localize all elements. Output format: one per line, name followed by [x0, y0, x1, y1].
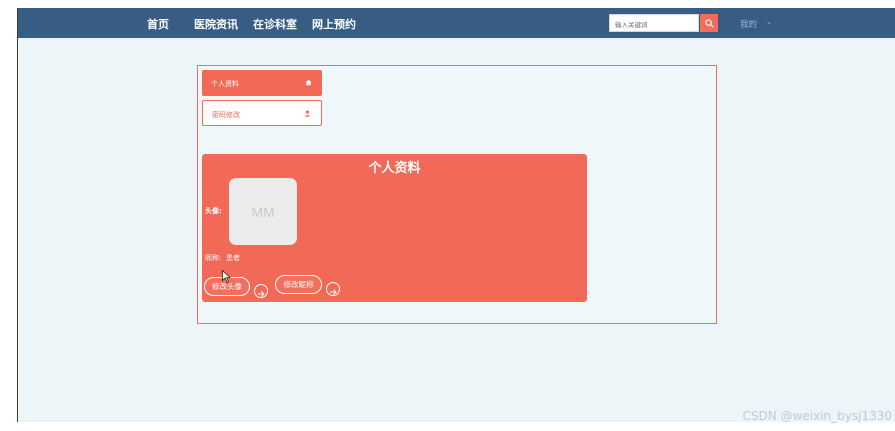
user-icon: [304, 110, 311, 119]
chevron-down-icon[interactable]: ⌄: [766, 18, 772, 26]
top-strip: [0, 0, 895, 8]
arrow-right-icon[interactable]: [326, 282, 340, 296]
nickname-label: 昵称:: [205, 254, 222, 262]
card-title: 个人资料: [368, 161, 421, 176]
profile-panel: 个人资料 密码修改 个人资料 头像: MM 昵称: 患者 修改头像 修改昵称: [197, 65, 717, 324]
sidebar-item-label: 个人资料: [211, 80, 239, 88]
nav-hospital-news[interactable]: 医院资讯: [194, 16, 238, 32]
nav-departments[interactable]: 在诊科室: [253, 16, 297, 32]
arrow-right-icon[interactable]: [254, 284, 268, 298]
watermark: CSDN @weixin_bysj1330: [742, 409, 892, 423]
user-menu[interactable]: 我的: [740, 18, 757, 30]
nav-online-booking[interactable]: 网上预约: [312, 16, 356, 32]
profile-card: 个人资料 头像: MM 昵称: 患者 修改头像 修改昵称: [202, 154, 587, 302]
top-nav: 首页 医院资讯 在诊科室 网上预约 输入关键词 我的 ⌄: [18, 8, 895, 38]
home-icon: [305, 79, 312, 88]
avatar[interactable]: MM: [229, 178, 297, 245]
sidebar-item-profile[interactable]: 个人资料: [202, 70, 322, 96]
screen: 首页 医院资讯 在诊科室 网上预约 输入关键词 我的 ⌄ 个人资料 密码修改 个…: [0, 0, 895, 431]
avatar-label: 头像:: [205, 207, 222, 215]
nickname-value: 患者: [226, 254, 240, 262]
search-icon: [704, 18, 713, 27]
nav-home[interactable]: 首页: [147, 16, 169, 32]
search-input[interactable]: 输入关键词: [609, 14, 699, 32]
avatar-placeholder-text: MM: [251, 203, 275, 220]
app-window: 首页 医院资讯 在诊科室 网上预约 输入关键词 我的 ⌄ 个人资料 密码修改 个…: [17, 8, 895, 422]
sidebar-item-password[interactable]: 密码修改: [202, 100, 322, 126]
mouse-cursor-icon: [222, 268, 232, 287]
search-button[interactable]: [700, 14, 718, 32]
change-nickname-button[interactable]: 修改昵称: [275, 275, 322, 294]
sidebar-item-label: 密码修改: [212, 111, 240, 119]
